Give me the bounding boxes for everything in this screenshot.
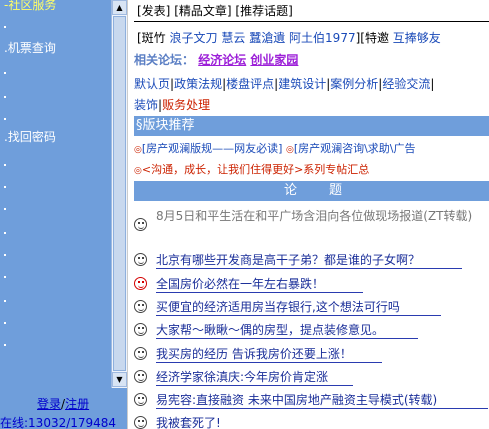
bullet-icon: ◎ xyxy=(285,145,294,155)
online-count: 在线:13032/179484 xyxy=(0,416,117,429)
category-link[interactable]: 贩务处理 xyxy=(162,98,210,112)
topic-title-link[interactable]: 我被套死了! xyxy=(156,414,221,429)
section-recommend-banner: §版块推荐 xyxy=(134,116,489,136)
category-default-link[interactable]: 默认页 xyxy=(134,77,170,91)
topic-title-link[interactable]: 易宪容:直接融资 未来中国房地产融资主导模式(转载) xyxy=(156,391,437,408)
category-link[interactable]: 案例分析 xyxy=(330,77,378,91)
topic-title-link[interactable]: 买便宜的经济适用房当存银行,这个想法可行吗 xyxy=(156,298,400,315)
sidebar-divider-dot xyxy=(4,344,6,346)
topic-title-link[interactable]: 大家帮～瞅瞅～偶的房型，提点装修意见。 xyxy=(156,321,384,338)
smiley-icon xyxy=(134,323,147,336)
moderators-line: [斑竹 浪子文刀 慧云 蠶滄遺 阿土伯1977][特邀 互捧够友 xyxy=(137,29,441,46)
smiley-icon xyxy=(134,347,147,360)
sidebar-divider-dot xyxy=(4,118,6,120)
link-underline xyxy=(156,408,488,409)
category-nav: 默认页|政策法规|楼盘评点|建筑设计|案例分析|经验交流| 装饰|贩务处理 xyxy=(134,77,435,112)
category-link[interactable]: 建筑设计 xyxy=(278,77,326,91)
recommendation-row: ◎[房产观澜版规——网友必读] ◎[房产观澜咨询\求助\广告 xyxy=(134,140,416,156)
smiley-icon xyxy=(134,416,147,429)
sidebar-divider-dot xyxy=(4,254,6,256)
recommendation-link[interactable]: [房产观澜版规——网友必读] xyxy=(142,142,283,155)
topic-title-link[interactable]: 8月5日和平生活在和平广场含泪向各位做现场报道(ZT转载) xyxy=(156,206,489,227)
moderator-link[interactable]: 阿土伯1977 xyxy=(289,31,356,45)
bullet-icon: ◎ xyxy=(134,145,142,155)
sidebar-divider-dot xyxy=(4,96,6,98)
smiley-icon xyxy=(134,253,147,266)
sidebar-item-flight-search[interactable]: .机票查询 xyxy=(4,41,56,55)
sidebar-divider-dot xyxy=(4,186,6,188)
smiley-red-icon xyxy=(134,277,147,290)
sidebar-divider-dot xyxy=(4,232,6,234)
scroll-up-arrow-icon[interactable]: ▲ xyxy=(112,0,127,15)
related-forums-label: 相关论坛： xyxy=(134,53,195,67)
related-forum-link[interactable]: 创业家园 xyxy=(250,53,298,67)
login-register-links: 登录/注册 xyxy=(37,395,89,412)
recommendation-row: ◎<沟通，成长，让我们住得更好>系列专帖汇总 xyxy=(134,161,369,177)
special-moderators-label: ][特邀 xyxy=(355,31,389,45)
topic-title-link[interactable]: 北京有哪些开发商是高干子弟？都是谁的子女啊？ xyxy=(156,251,420,268)
forum-main-panel: [发表] [精品文章] [推荐话题] [斑竹 浪子文刀 慧云 蠶滄遺 阿土伯19… xyxy=(127,0,489,429)
topic-title-link[interactable]: 经济学家徐滇庆:今年房价肯定涨 xyxy=(156,368,328,385)
top-action-links: [发表] [精品文章] [推荐话题] xyxy=(137,2,293,19)
link-underline xyxy=(156,385,353,386)
recommendation-link[interactable]: <沟通，成长，让我们住得更好>系列专帖汇总 xyxy=(142,163,369,176)
category-link[interactable]: 经验交流 xyxy=(382,77,430,91)
sidebar-item-community-services[interactable]: -社区服务 xyxy=(4,0,56,12)
bullet-icon: ◎ xyxy=(134,166,142,176)
special-moderator-link[interactable]: 互捧够友 xyxy=(393,31,441,45)
topic-title-link[interactable]: 我买房的经历 告诉我房价还要上涨！ xyxy=(156,345,352,362)
sidebar-divider-dot xyxy=(4,208,6,210)
link-underline xyxy=(156,362,382,363)
topic-title-link[interactable]: 全国房价必然在一年左右暴跌！ xyxy=(156,275,324,292)
sidebar-item-recover-password[interactable]: .找回密码 xyxy=(4,130,56,144)
link-underline xyxy=(156,268,462,269)
sidebar-nav-list: -社区服务 .机票查询 .找回密码 xyxy=(0,0,111,388)
link-underline xyxy=(156,315,441,316)
smiley-icon xyxy=(134,393,147,406)
moderator-link[interactable]: 蠶滄遺 xyxy=(249,31,285,45)
smiley-icon xyxy=(134,300,147,313)
smiley-icon xyxy=(134,218,147,231)
moderator-link[interactable]: 慧云 xyxy=(221,31,245,45)
related-forums: 相关论坛： 经济论坛 创业家园 xyxy=(134,51,298,68)
recommended-topics-link[interactable]: [推荐话题] xyxy=(235,4,292,18)
category-link[interactable]: 楼盘评点 xyxy=(226,77,274,91)
sidebar-divider-dot xyxy=(4,276,6,278)
sidebar-divider-dot xyxy=(4,164,6,166)
featured-articles-link[interactable]: [精品文章] xyxy=(174,4,231,18)
link-underline xyxy=(156,338,418,339)
sidebar: -社区服务 .机票查询 .找回密码 ▲ ▼ 登录/注册 在线:13032/179… xyxy=(0,0,127,429)
sidebar-divider-dot xyxy=(4,300,6,302)
recommendation-link[interactable]: [房产观澜咨询\求助\广告 xyxy=(294,142,416,155)
topics-header: 论 题 xyxy=(134,181,489,201)
smiley-icon xyxy=(134,370,147,383)
link-underline xyxy=(156,292,363,293)
sidebar-divider-dot xyxy=(4,26,6,28)
divider-line xyxy=(134,21,489,22)
post-link[interactable]: [发表] xyxy=(137,4,170,18)
related-forum-link[interactable]: 经济论坛 xyxy=(198,53,246,67)
category-link[interactable]: 装饰 xyxy=(134,98,158,112)
sidebar-scrollbar[interactable]: ▲ ▼ xyxy=(111,0,127,388)
login-link[interactable]: 登录 xyxy=(37,397,61,411)
moderator-link[interactable]: 浪子文刀 xyxy=(170,31,218,45)
scrollbar-thumb[interactable] xyxy=(113,16,126,371)
register-link[interactable]: 注册 xyxy=(65,397,89,411)
sidebar-divider-dot xyxy=(4,72,6,74)
category-link[interactable]: 政策法规 xyxy=(174,77,222,91)
scroll-down-arrow-icon[interactable]: ▼ xyxy=(112,372,127,387)
moderators-label: [斑竹 xyxy=(137,31,166,45)
sidebar-divider-dot xyxy=(4,322,6,324)
